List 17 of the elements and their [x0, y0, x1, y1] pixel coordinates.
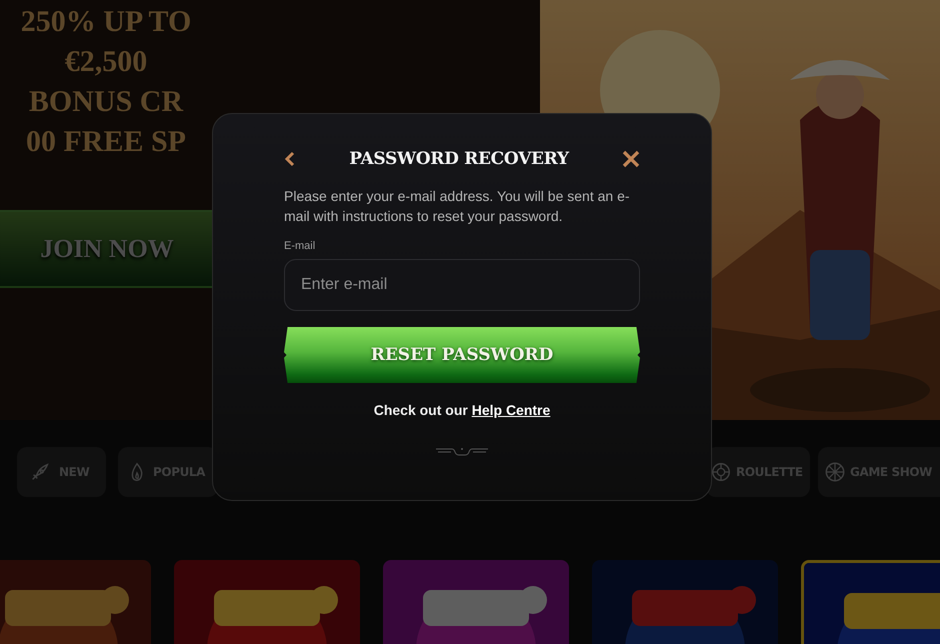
help-text: Check out our Help Centre: [372, 402, 552, 418]
ornament-icon: [436, 446, 488, 458]
promo-headline-line: 00 FREE SP: [26, 124, 186, 160]
close-button[interactable]: [622, 150, 640, 168]
dialog-title: PASSWORD RECOVERY: [349, 149, 569, 169]
reset-password-button[interactable]: RESET PASSWORD: [284, 327, 640, 383]
promo-headline-line: BONUS CR: [28, 84, 184, 120]
email-field[interactable]: Enter e-mail: [284, 259, 640, 311]
join-now-button[interactable]: JOIN NOW: [0, 210, 214, 288]
back-button[interactable]: [284, 151, 296, 167]
field-label: E-mail: [284, 240, 316, 252]
wheel-icon: [824, 461, 846, 483]
promo-headline-line: 250% UP TO: [20, 4, 192, 40]
roulette-icon: [710, 461, 732, 483]
dialog-description: Please enter your e-mail address. You will be sent an e-mail with instructions to reset your password.: [284, 187, 631, 226]
promo-headline-line: €2,500: [64, 44, 148, 80]
help-centre-link[interactable]: Help Centre: [472, 402, 550, 418]
